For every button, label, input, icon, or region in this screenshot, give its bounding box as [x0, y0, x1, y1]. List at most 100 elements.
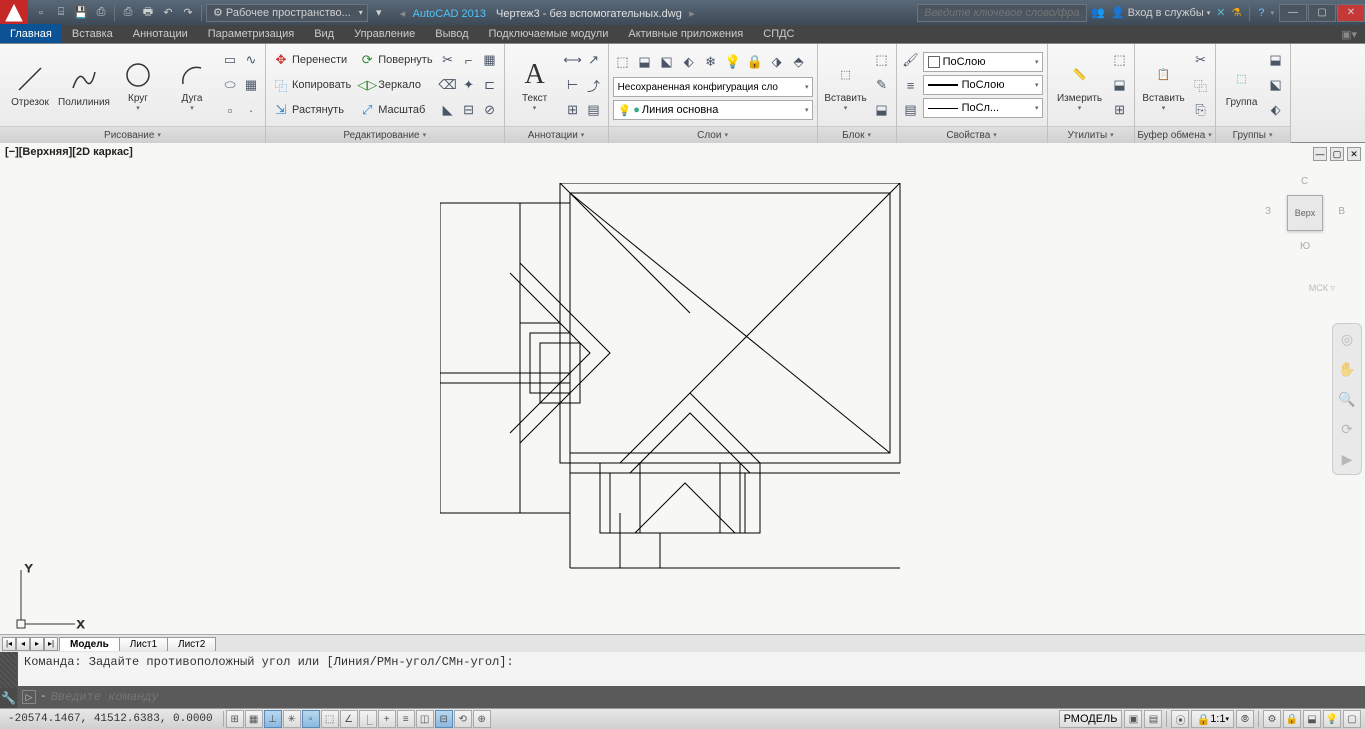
- undo-icon[interactable]: ↶: [159, 4, 177, 22]
- ducs-icon[interactable]: ⎿: [359, 710, 377, 728]
- command-handle[interactable]: 🔧: [0, 652, 18, 708]
- tab-spds[interactable]: СПДС: [753, 24, 804, 43]
- insert-block-button[interactable]: ⬚Вставить▾: [822, 47, 870, 123]
- viewcube-west[interactable]: З: [1265, 206, 1271, 217]
- ellipse-icon[interactable]: ⬭: [220, 73, 240, 97]
- layer-current-dropdown[interactable]: 💡●Линия основна: [613, 100, 813, 120]
- view-label[interactable]: [−][Верхняя][2D каркас]: [5, 146, 133, 158]
- mirror-button[interactable]: ◁▷Зеркало: [356, 73, 435, 97]
- select-all-icon[interactable]: ⬚: [1110, 48, 1130, 72]
- panel-groups-title[interactable]: Группы: [1216, 126, 1290, 143]
- layer-walk-icon[interactable]: ⬘: [789, 50, 809, 74]
- qat-more-icon[interactable]: ▾: [370, 4, 388, 22]
- edit-block-icon[interactable]: ✎: [872, 73, 892, 97]
- stretch-button[interactable]: ⇲Растянуть: [270, 98, 354, 122]
- tab-parametric[interactable]: Параметризация: [198, 24, 304, 43]
- create-block-icon[interactable]: ⬚: [872, 48, 892, 72]
- signin-button[interactable]: 👤Вход в службы▾: [1111, 6, 1210, 19]
- block-attr-icon[interactable]: ⬓: [872, 98, 892, 122]
- quickprops-icon[interactable]: ⊟: [435, 710, 453, 728]
- layer-prop-icon[interactable]: ⬚: [613, 50, 633, 74]
- panel-clip-title[interactable]: Буфер обмена: [1135, 126, 1215, 143]
- tab-output[interactable]: Вывод: [425, 24, 478, 43]
- dim-linear-icon[interactable]: ⟷: [563, 48, 583, 72]
- close-button[interactable]: ✕: [1337, 4, 1365, 22]
- arc-button[interactable]: Дуга▾: [166, 47, 218, 123]
- fillet-icon[interactable]: ⌐: [459, 48, 479, 72]
- color-dropdown[interactable]: ПоСлою: [923, 52, 1043, 72]
- props-palette-icon[interactable]: ≡: [901, 73, 921, 97]
- field-icon[interactable]: ▤: [584, 98, 604, 122]
- print-icon[interactable]: 🖶: [139, 4, 157, 22]
- selection-cycle-icon[interactable]: ⟲: [454, 710, 472, 728]
- layout-first-icon[interactable]: |◂: [2, 637, 16, 651]
- circle-button[interactable]: Круг▾: [112, 47, 164, 123]
- toolbar-lock-icon[interactable]: 🔒: [1283, 710, 1301, 728]
- group-button[interactable]: ⬚Группа: [1220, 47, 1264, 123]
- dyn-input-icon[interactable]: +: [378, 710, 396, 728]
- ortho-icon[interactable]: ⊥: [264, 710, 282, 728]
- tab-plugins[interactable]: Подключаемые модули: [479, 24, 619, 43]
- copybase-icon[interactable]: ⎘: [1191, 98, 1211, 122]
- polyline-button[interactable]: Полилиния: [58, 47, 110, 123]
- rect-icon[interactable]: ▭: [220, 48, 240, 72]
- panel-props-title[interactable]: Свойства: [897, 126, 1047, 143]
- layer-match-icon[interactable]: ⬗: [767, 50, 787, 74]
- point-icon[interactable]: ·: [241, 98, 261, 122]
- viewcube[interactable]: С Ю В З Верх: [1265, 173, 1345, 253]
- dim-icon[interactable]: ⊢: [563, 73, 583, 97]
- grid-icon[interactable]: ▦: [245, 710, 263, 728]
- layer-lock-icon[interactable]: 🔒: [745, 50, 765, 74]
- saveas-icon[interactable]: ⎙: [92, 4, 110, 22]
- quickview-layouts-icon[interactable]: ▣: [1124, 710, 1142, 728]
- layer-state-dropdown[interactable]: Несохраненная конфигурация сло: [613, 77, 813, 97]
- chamfer-icon[interactable]: ◣: [438, 98, 458, 122]
- model-space-button[interactable]: РМОДЕЛЬ: [1059, 710, 1123, 728]
- tab-view[interactable]: Вид: [304, 24, 344, 43]
- cut-icon[interactable]: ✂: [1191, 48, 1211, 72]
- scale-button[interactable]: ⤢Масштаб: [356, 98, 435, 122]
- table-icon[interactable]: ⊞: [563, 98, 583, 122]
- command-input[interactable]: [51, 690, 1361, 704]
- osnap-icon[interactable]: ▫: [302, 710, 320, 728]
- break-icon[interactable]: ⊘: [480, 98, 500, 122]
- help-icon[interactable]: ?: [1258, 7, 1264, 19]
- clean-screen-icon[interactable]: ▢: [1343, 710, 1361, 728]
- maximize-button[interactable]: ▢: [1308, 4, 1336, 22]
- panel-utils-title[interactable]: Утилиты: [1048, 126, 1134, 143]
- ribbon-collapse-icon[interactable]: ▣▾: [1333, 26, 1365, 43]
- array-icon[interactable]: ▦: [480, 48, 500, 72]
- viewport-min-icon[interactable]: —: [1313, 147, 1327, 161]
- layout-prev-icon[interactable]: ◂: [16, 637, 30, 651]
- lineweight-dropdown[interactable]: ПоСлою: [923, 75, 1043, 95]
- viewcube-south[interactable]: Ю: [1300, 241, 1310, 252]
- hardware-accel-icon[interactable]: ⬓: [1303, 710, 1321, 728]
- redo-icon[interactable]: ↷: [179, 4, 197, 22]
- help-search-input[interactable]: [917, 4, 1087, 22]
- erase-icon[interactable]: ⌫: [438, 73, 458, 97]
- rotate-button[interactable]: ⟳Повернуть: [356, 48, 435, 72]
- viewcube-top[interactable]: Верх: [1287, 195, 1323, 231]
- tab-insert[interactable]: Вставка: [62, 24, 123, 43]
- explode-icon[interactable]: ✦: [459, 73, 479, 97]
- mleader-icon[interactable]: ⤴: [584, 73, 604, 97]
- app-menu-icon[interactable]: [0, 0, 28, 25]
- quickview-drawings-icon[interactable]: ▤: [1144, 710, 1162, 728]
- annotation-monitor-icon[interactable]: ⊕: [473, 710, 491, 728]
- showmotion-icon[interactable]: ▶: [1336, 448, 1358, 470]
- trim-icon[interactable]: ✂: [438, 48, 458, 72]
- layout-next-icon[interactable]: ▸: [30, 637, 44, 651]
- viewport-close-icon[interactable]: ✕: [1347, 147, 1361, 161]
- quickselect-icon[interactable]: ⬓: [1110, 73, 1130, 97]
- snap-mode-icon[interactable]: ⊞: [226, 710, 244, 728]
- annovis-icon[interactable]: ⦾: [1236, 710, 1254, 728]
- text-button[interactable]: AТекст▾: [509, 47, 561, 123]
- layer-freeze-icon[interactable]: ❄: [701, 50, 721, 74]
- drawing-canvas[interactable]: [−][Верхняя][2D каркас] — ▢ ✕ С Ю В З Ве…: [0, 143, 1365, 652]
- layout-tab-sheet1[interactable]: Лист1: [119, 637, 168, 651]
- orbit-icon[interactable]: ⟳: [1336, 418, 1358, 440]
- layer-off-icon[interactable]: 💡: [723, 50, 743, 74]
- lineweight-display-icon[interactable]: ≡: [397, 710, 415, 728]
- otrack-icon[interactable]: ∠: [340, 710, 358, 728]
- scale-display[interactable]: 🔒1:1▾: [1191, 710, 1234, 728]
